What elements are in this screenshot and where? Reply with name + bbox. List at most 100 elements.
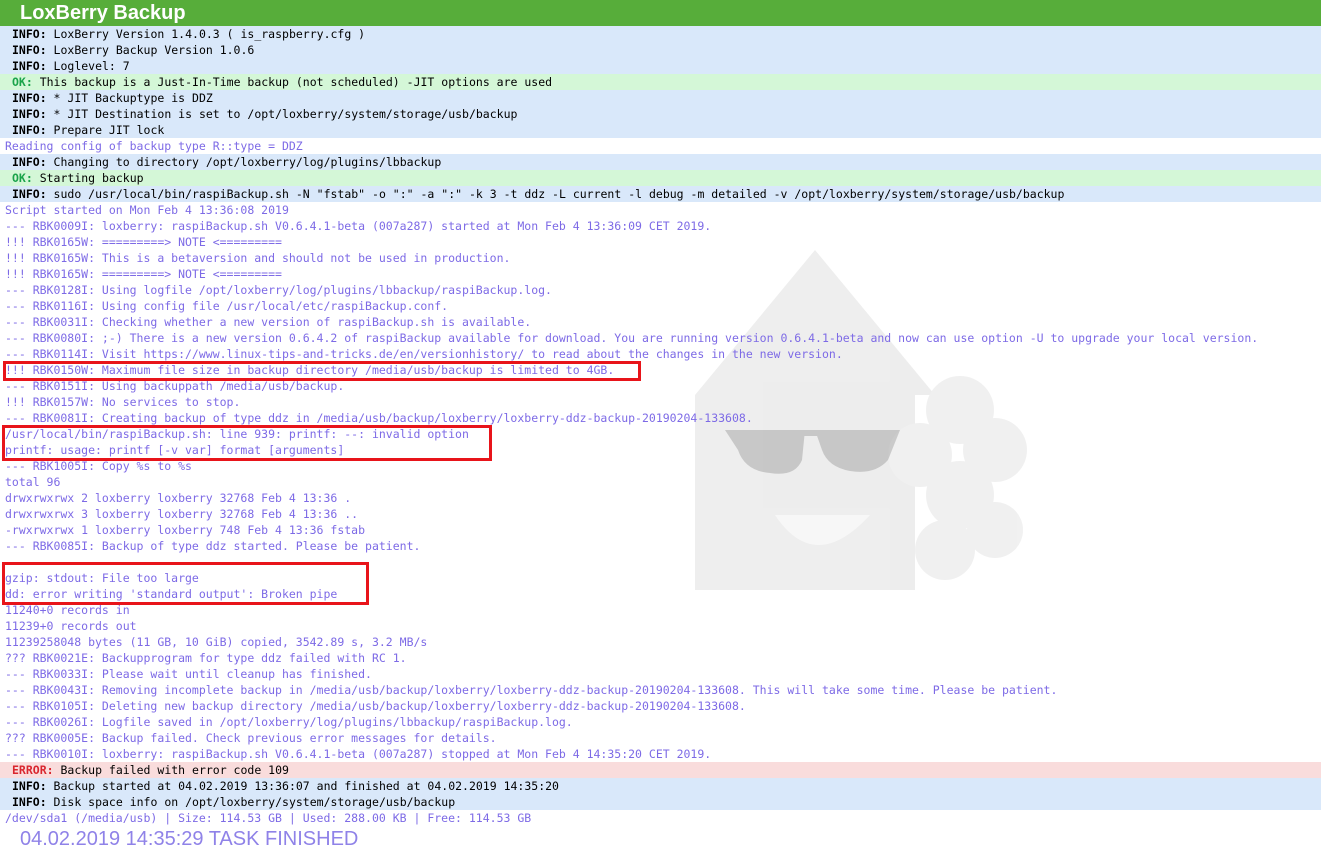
log-line-plain: --- RBK0105I: Deleting new backup direct…	[0, 698, 1321, 714]
highlight-printf-error	[2, 425, 492, 461]
log-line-text: --- RBK0105I: Deleting new backup direct…	[5, 699, 746, 713]
log-line-plain: --- RBK0010I: loxberry: raspiBackup.sh V…	[0, 746, 1321, 762]
log-line-plain: drwxrwxrwx 3 loxberry loxberry 32768 Feb…	[0, 506, 1321, 522]
log-line-plain: -rwxrwxrwx 1 loxberry loxberry 748 Feb 4…	[0, 522, 1321, 538]
log-line-plain: !!! RBK0157W: No services to stop.	[0, 394, 1321, 410]
log-line-text: !!! RBK0165W: This is a betaversion and …	[5, 251, 511, 265]
log-line-text: --- RBK0080I: ;-) There is a new version…	[5, 331, 1259, 345]
log-level-label: INFO:	[12, 123, 47, 137]
log-line-text: ??? RBK0005E: Backup failed. Check previ…	[5, 731, 497, 745]
log-line-text: --- RBK0031I: Checking whether a new ver…	[5, 315, 532, 329]
log-level-label: ERROR:	[12, 763, 54, 777]
log-line-info: INFO: Disk space info on /opt/loxberry/s…	[0, 794, 1321, 810]
log-line-plain: /dev/sda1 (/media/usb) | Size: 114.53 GB…	[0, 810, 1321, 826]
log-line-text: drwxrwxrwx 2 loxberry loxberry 32768 Feb…	[5, 491, 352, 505]
log-line-text: * JIT Backuptype is DDZ	[46, 91, 213, 105]
log-line-text: * JIT Destination is set to /opt/loxberr…	[46, 107, 518, 121]
log-line-plain: --- RBK0080I: ;-) There is a new version…	[0, 330, 1321, 346]
log-line-plain: --- RBK0128I: Using logfile /opt/loxberr…	[0, 282, 1321, 298]
task-finished-text: 04.02.2019 14:35:29 TASK FINISHED	[20, 828, 359, 850]
log-line-text: Starting backup	[32, 171, 144, 185]
log-line-text: !!! RBK0157W: No services to stop.	[5, 395, 241, 409]
log-line-plain: ??? RBK0021E: Backupprogram for type ddz…	[0, 650, 1321, 666]
log-level-label: INFO:	[12, 107, 47, 121]
log-level-label: INFO:	[12, 91, 47, 105]
log-line-plain: 11239+0 records out	[0, 618, 1321, 634]
log-line-plain: ??? RBK0005E: Backup failed. Check previ…	[0, 730, 1321, 746]
log-line-info: INFO: Backup started at 04.02.2019 13:36…	[0, 778, 1321, 794]
log-level-label: INFO:	[12, 27, 47, 41]
log-line-text: !!! RBK0165W: =========> NOTE <=========	[5, 267, 282, 281]
log-line-text: sudo /usr/local/bin/raspiBackup.sh -N "f…	[46, 187, 1065, 201]
highlight-gzip-dd-error	[2, 562, 369, 605]
log-line-plain: !!! RBK0165W: This is a betaversion and …	[0, 250, 1321, 266]
log-line-plain: --- RBK0085I: Backup of type ddz started…	[0, 538, 1321, 554]
log-line-info: INFO: LoxBerry Version 1.4.0.3 ( is_rasp…	[0, 26, 1321, 42]
log-line-text: LoxBerry Version 1.4.0.3 ( is_raspberry.…	[46, 27, 366, 41]
log-line-text: --- RBK0081I: Creating backup of type dd…	[5, 411, 753, 425]
log-line-text: 11239+0 records out	[5, 619, 137, 633]
log-line-text: LoxBerry Backup Version 1.0.6	[46, 43, 255, 57]
log-line-text: Backup started at 04.02.2019 13:36:07 an…	[46, 779, 559, 793]
log-line-text: --- RBK0010I: loxberry: raspiBackup.sh V…	[5, 747, 712, 761]
log-line-text: total 96	[5, 475, 61, 489]
log-line-info: INFO: * JIT Destination is set to /opt/l…	[0, 106, 1321, 122]
log-line-text: !!! RBK0165W: =========> NOTE <=========	[5, 235, 282, 249]
log-line-text: --- RBK0085I: Backup of type ddz started…	[5, 539, 421, 553]
log-line-text: Loglevel: 7	[46, 59, 130, 73]
log-level-label: INFO:	[12, 779, 47, 793]
log-level-label: OK:	[12, 171, 33, 185]
highlight-max-file-size-warning	[3, 361, 641, 381]
log-line-info: INFO: Loglevel: 7	[0, 58, 1321, 74]
log-level-label: INFO:	[12, 795, 47, 809]
log-line-text: --- RBK0116I: Using config file /usr/loc…	[5, 299, 449, 313]
log-line-text: --- RBK1005I: Copy %s to %s	[5, 459, 192, 473]
log-line-text: Changing to directory /opt/loxberry/log/…	[46, 155, 442, 169]
log-line-plain: --- RBK0009I: loxberry: raspiBackup.sh V…	[0, 218, 1321, 234]
log-line-plain: --- RBK0031I: Checking whether a new ver…	[0, 314, 1321, 330]
log-line-text: 11239258048 bytes (11 GB, 10 GiB) copied…	[5, 635, 428, 649]
log-line-plain: Reading config of backup type R::type = …	[0, 138, 1321, 154]
log-line-text: drwxrwxrwx 3 loxberry loxberry 32768 Feb…	[5, 507, 359, 521]
log-line-info: INFO: * JIT Backuptype is DDZ	[0, 90, 1321, 106]
log-line-plain: drwxrwxrwx 2 loxberry loxberry 32768 Feb…	[0, 490, 1321, 506]
app-title: LoxBerry Backup	[20, 2, 186, 24]
log-line-text: --- RBK0151I: Using backuppath /media/us…	[5, 379, 345, 393]
log-line-plain: total 96	[0, 474, 1321, 490]
task-finished-banner: 04.02.2019 14:35:29 TASK FINISHED	[0, 826, 358, 852]
log-line-error: ERROR: Backup failed with error code 109	[0, 762, 1321, 778]
log-line-text: This backup is a Just-In-Time backup (no…	[32, 75, 553, 89]
log-line-text: Backup failed with error code 109	[53, 763, 289, 777]
log-line-text: --- RBK0128I: Using logfile /opt/loxberr…	[5, 283, 552, 297]
log-line-text: --- RBK0114I: Visit https://www.linux-ti…	[5, 347, 843, 361]
log-level-label: INFO:	[12, 59, 47, 73]
log-line-plain: --- RBK0114I: Visit https://www.linux-ti…	[0, 346, 1321, 362]
log-line-plain: --- RBK0026I: Logfile saved in /opt/loxb…	[0, 714, 1321, 730]
log-line-text: 11240+0 records in	[5, 603, 130, 617]
log-line-text: --- RBK0009I: loxberry: raspiBackup.sh V…	[5, 219, 712, 233]
log-line-plain: --- RBK0081I: Creating backup of type dd…	[0, 410, 1321, 426]
window-title-bar: LoxBerry Backup	[0, 0, 1321, 26]
log-line-plain: 11239258048 bytes (11 GB, 10 GiB) copied…	[0, 634, 1321, 650]
log-line-text: --- RBK0026I: Logfile saved in /opt/loxb…	[5, 715, 573, 729]
log-line-text: Reading config of backup type R::type = …	[5, 139, 303, 153]
log-level-label: OK:	[12, 75, 33, 89]
log-line-plain: Script started on Mon Feb 4 13:36:08 201…	[0, 202, 1321, 218]
log-line-text: Prepare JIT lock	[46, 123, 165, 137]
log-line-text: ??? RBK0021E: Backupprogram for type ddz…	[5, 651, 407, 665]
log-line-text: -rwxrwxrwx 1 loxberry loxberry 748 Feb 4…	[5, 523, 366, 537]
log-line-plain: !!! RBK0165W: =========> NOTE <=========	[0, 234, 1321, 250]
log-line-ok: OK: This backup is a Just-In-Time backup…	[0, 74, 1321, 90]
log-line-text: Disk space info on /opt/loxberry/system/…	[46, 795, 456, 809]
log-level-label: INFO:	[12, 187, 47, 201]
log-line-plain: --- RBK0033I: Please wait until cleanup …	[0, 666, 1321, 682]
log-line-text: Script started on Mon Feb 4 13:36:08 201…	[5, 203, 289, 217]
log-line-info: INFO: Changing to directory /opt/loxberr…	[0, 154, 1321, 170]
log-line-plain: --- RBK0116I: Using config file /usr/loc…	[0, 298, 1321, 314]
log-line-plain: !!! RBK0165W: =========> NOTE <=========	[0, 266, 1321, 282]
log-line-text: --- RBK0043I: Removing incomplete backup…	[5, 683, 1058, 697]
log-line-info: INFO: Prepare JIT lock	[0, 122, 1321, 138]
log-line-plain: --- RBK0043I: Removing incomplete backup…	[0, 682, 1321, 698]
log-level-label: INFO:	[12, 43, 47, 57]
log-line-text: /dev/sda1 (/media/usb) | Size: 114.53 GB…	[5, 811, 532, 825]
